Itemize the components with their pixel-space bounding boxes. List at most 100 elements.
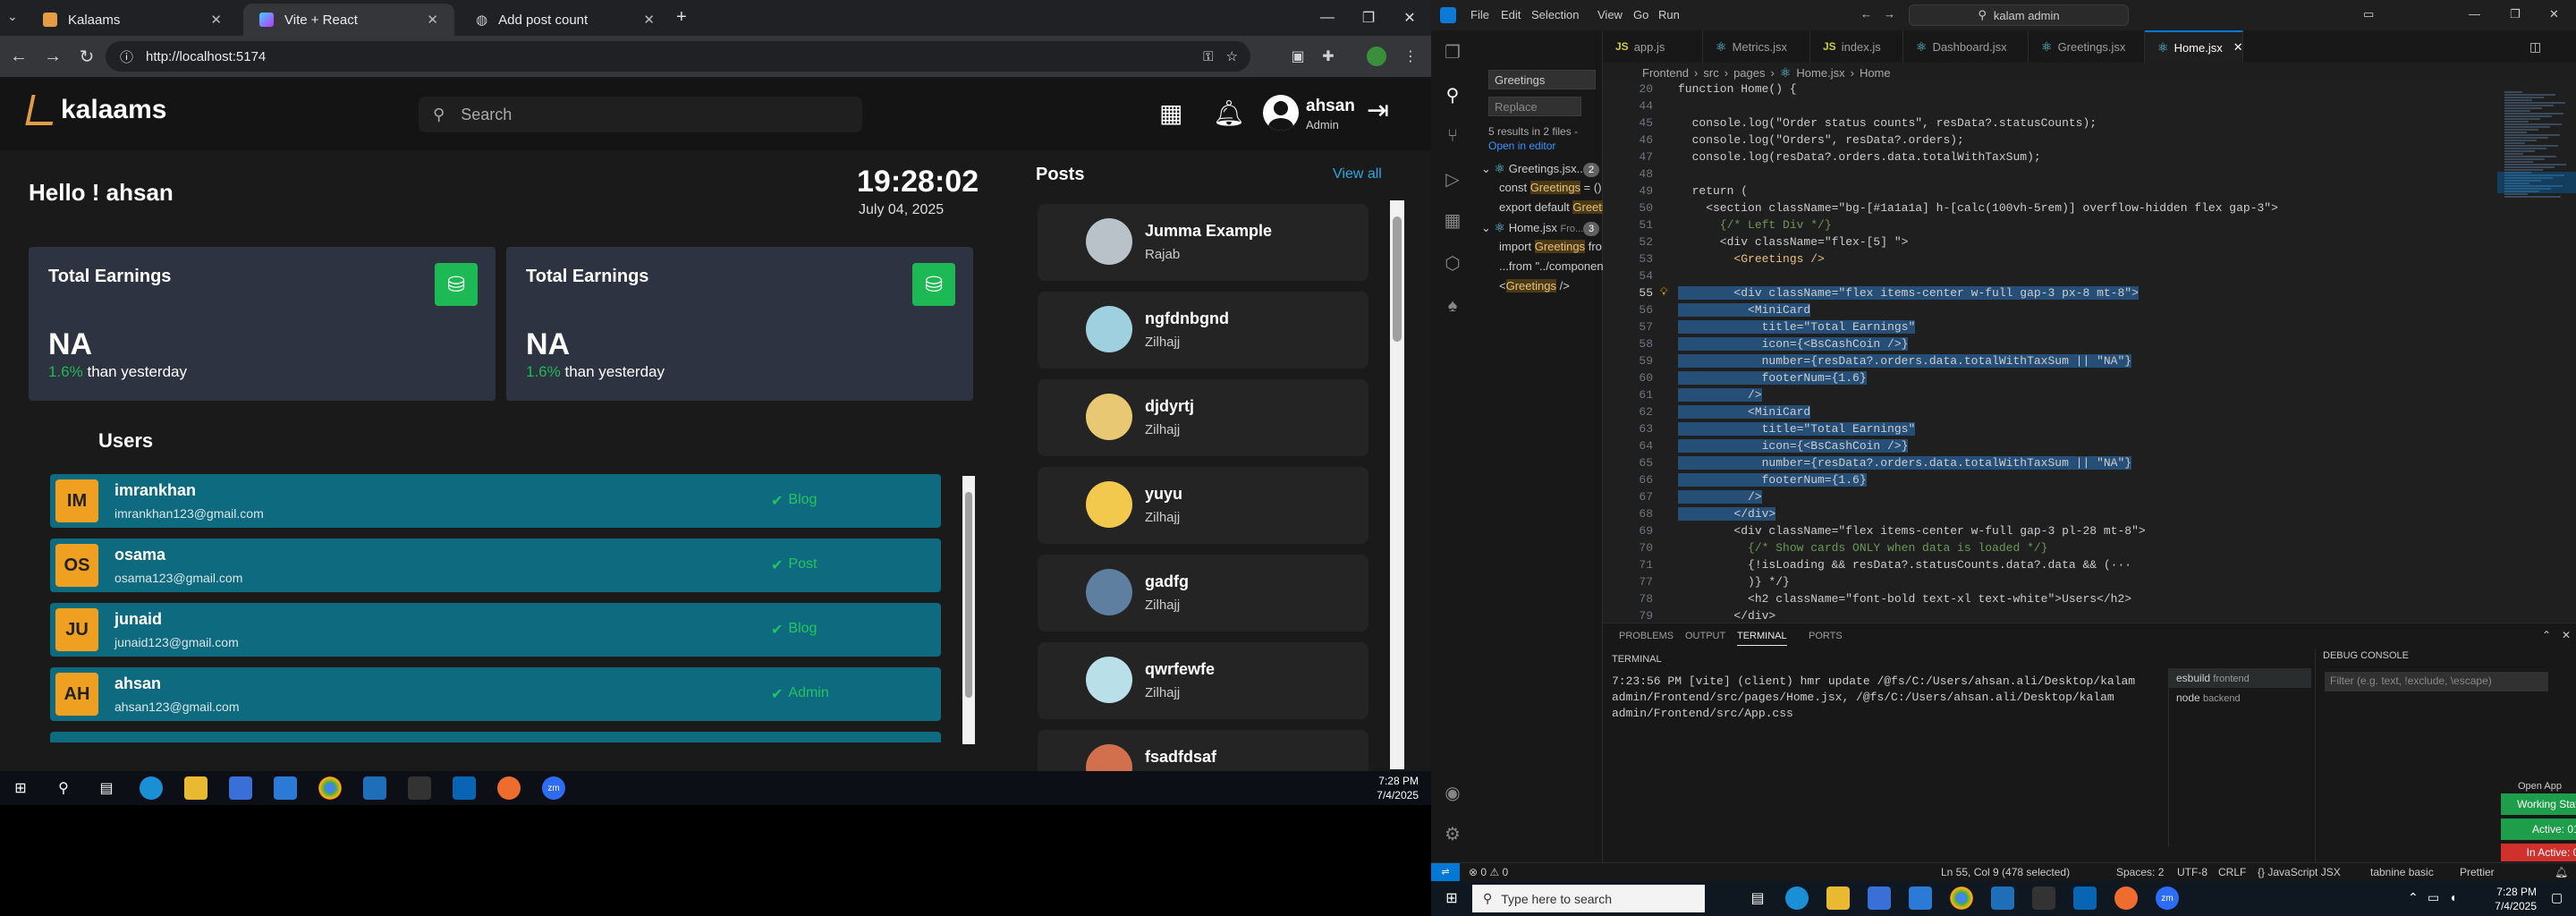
profile-avatar-icon[interactable] [1365,45,1388,68]
replace-input[interactable]: Replace [1488,97,1581,116]
tab-search-icon[interactable]: ⌄ [7,9,18,24]
task-view-icon[interactable]: ▤ [1746,886,1769,910]
source-control-icon[interactable]: ⑂ [1442,125,1463,147]
close-window-icon[interactable]: ✕ [2549,7,2559,21]
taskbar-clock[interactable]: 7:28 PM 7/4/2025 [1377,774,1419,802]
run-debug-icon[interactable]: ▷ [1442,168,1463,190]
inactive-time-pill[interactable]: In Active: 00:00:00 [2501,844,2576,861]
user-row[interactable]: AH ahsan ahsan123@gmail.com ✔ Admin [50,667,941,721]
code-editor[interactable]: 20 function Home() {44 45 console.log("Ord… [1603,82,2497,619]
code-line[interactable]: 61 /> [1603,388,2497,405]
minimap-viewport[interactable] [2497,172,2576,193]
code-line[interactable]: 68 </div> [1603,507,2497,524]
zoom-icon[interactable]: zm [542,776,565,800]
debug-filter-input[interactable]: Filter (e.g. text, !exclude, \escape) [2325,672,2548,691]
post-card[interactable]: djdyrtj Zilhajj [1038,379,1368,456]
posts-list[interactable]: Jumma Example Rajab ngfdnbgnd Zilhajj djdyrt… [1038,204,1368,771]
code-line[interactable]: 71 {!isLoading && resData?.statusCounts.… [1603,558,2497,575]
back-icon[interactable]: ← [5,43,32,70]
nav-forward-icon[interactable]: → [1884,7,1895,21]
lightbulb-icon[interactable]: 💡︎ [1660,286,1667,299]
windows-start-icon[interactable]: ⊞ [9,776,32,800]
result-file[interactable]: ⌄ ⚛ Home.jsx Fro... [1481,220,1583,235]
chrome-icon[interactable] [318,776,342,800]
post-card[interactable]: gadfg Zilhajj [1038,555,1368,632]
tab-add-post-count[interactable]: ◍ Add post count ✕ [460,4,671,36]
code-line[interactable]: 59 number={resData?.orders.data.totalWit… [1603,354,2497,371]
indent-spaces[interactable]: Spaces: 2 [2116,866,2164,878]
search-match[interactable]: <Greetings /> [1499,279,1570,293]
language-mode[interactable]: {} JavaScript JSX [2258,866,2341,878]
tray-chevron-icon[interactable]: ⌃ [2408,890,2419,905]
code-line[interactable]: 65 number={resData?.orders.data.totalWit… [1603,456,2497,473]
editor-tab[interactable]: ⚛ Home.jsx ✕ [2145,30,2243,63]
file-explorer-icon[interactable] [1826,886,1850,910]
zoom-icon[interactable]: zm [2156,886,2179,910]
users-scrollbar[interactable] [962,476,975,744]
scrollbar-thumb[interactable] [1393,216,1402,342]
nav-back-icon[interactable]: ← [1860,7,1872,21]
menu-go[interactable]: Go [1633,8,1648,21]
code-line[interactable]: 53 <Greetings /> [1603,252,2497,269]
chrome-icon[interactable] [1950,886,1973,910]
view-all-link[interactable]: View all [1333,166,1382,182]
users-list[interactable]: IM imrankhan imrankhan123@gmail.com ✔ Blo… [50,474,941,742]
store-icon[interactable] [1868,886,1891,910]
editor-tab[interactable]: JS app.js [1603,30,1703,63]
search-icon[interactable]: ⚲ [52,776,75,800]
new-tab-icon[interactable]: + [676,7,687,28]
windows-start-icon[interactable]: ⊞ [1440,886,1463,910]
volume-icon[interactable]: ◖ [2449,890,2456,904]
terminal-icon[interactable] [408,776,431,800]
code-line[interactable]: 58 icon={<BsCashCoin />} [1603,337,2497,354]
terminal-item-node[interactable]: node backend [2169,688,2311,708]
post-card[interactable]: Jumma Example Rajab [1038,204,1368,281]
extensions-icon[interactable]: ▦ [1442,209,1463,231]
notifications-bell-icon[interactable]: 🔔︎ [2555,866,2568,878]
code-line[interactable]: 48 [1603,167,2497,184]
bell-icon[interactable]: 🔔︎ [1213,98,1245,128]
site-info-icon[interactable]: ⓘ [120,47,133,66]
code-line[interactable]: 69 <div className="flex items-center w-f… [1603,524,2497,541]
store-icon[interactable] [229,776,252,800]
close-tab-icon[interactable]: ✕ [427,12,438,28]
tab-vite-react[interactable]: Vite + React ✕ [243,4,454,36]
line-ending[interactable]: CRLF [2218,866,2246,878]
code-line[interactable]: 56 <MiniCard [1603,303,2497,320]
task-view-icon[interactable]: ▤ [95,776,118,800]
vscode-icon[interactable] [453,776,476,800]
encoding[interactable]: UTF-8 [2177,866,2207,878]
reload-icon[interactable]: ↻ [73,43,100,70]
code-line[interactable]: 45 console.log("Order status counts", re… [1603,116,2497,133]
scrollbar-thumb[interactable] [965,492,972,698]
tab-output[interactable]: OUTPUT [1685,631,1725,641]
bookmark-star-icon[interactable]: ☆ [1226,48,1238,64]
browser-menu-icon[interactable]: ⋮ [1399,45,1422,68]
code-line[interactable]: 20 function Home() { [1603,82,2497,99]
maximize-icon[interactable]: ❐ [2510,7,2521,21]
network-icon[interactable]: ▭ [2428,890,2439,905]
post-card[interactable]: fsadfdsaf [1038,730,1368,771]
remote-icon[interactable]: ⬡ [1442,252,1463,274]
minimap[interactable] [2497,82,2576,619]
post-card[interactable]: ngfdnbgnd Zilhajj [1038,292,1368,369]
tab-ports[interactable]: PORTS [1809,631,1843,641]
grid-icon[interactable]: ▦ [1159,98,1182,128]
code-line[interactable]: 52 <div className="flex-[5] "> [1603,235,2497,252]
app-logo[interactable]: kalaams [25,95,166,125]
code-line[interactable]: 55 <div className="flex items-center w-f… [1603,286,2497,303]
posts-scrollbar[interactable] [1390,200,1404,769]
vscode-icon[interactable] [2073,886,2097,910]
minimize-icon[interactable]: — [1306,0,1349,36]
app-icon[interactable] [363,776,386,800]
code-line[interactable]: 79 </div> [1603,609,2497,619]
tabnine-status[interactable]: tabnine basic [2370,866,2434,878]
close-tab-icon[interactable]: ✕ [2233,40,2243,55]
menu-file[interactable]: File [1470,8,1489,21]
menu-view[interactable]: View [1597,8,1623,21]
tab-kalaams[interactable]: Kalaams ✕ [27,4,238,36]
account-icon[interactable]: ◉ [1442,782,1463,803]
split-editor-icon[interactable]: ◫ [2529,39,2541,55]
working-status-pill[interactable]: Working Status: Active [2501,793,2576,815]
code-line[interactable]: 66 footerNum={1.6} [1603,473,2497,490]
